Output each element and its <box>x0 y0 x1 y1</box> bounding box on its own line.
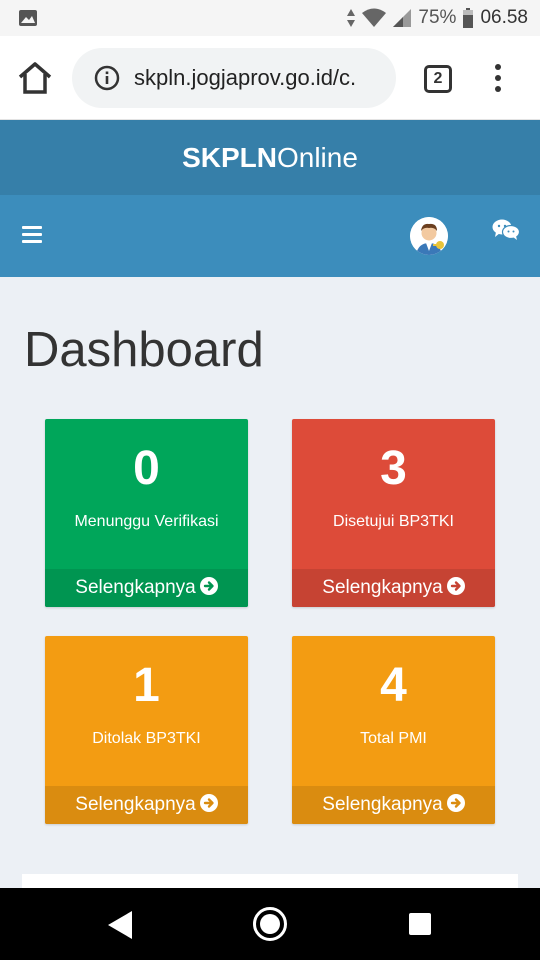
home-icon[interactable] <box>16 60 54 96</box>
stat-label: Disetujui BP3TKI <box>333 513 454 530</box>
info-icon[interactable] <box>94 65 120 91</box>
status-icons: 75% 06.58 <box>346 7 528 29</box>
stat-label: Ditolak BP3TKI <box>92 730 201 747</box>
status-bar: 75% 06.58 <box>0 0 540 36</box>
more-info-label: Selengkapnya <box>322 577 443 598</box>
arrow-circle-right-icon <box>199 794 218 812</box>
signal-icon <box>393 9 412 27</box>
clock: 06.58 <box>480 7 528 28</box>
chat-icon[interactable] <box>492 218 521 242</box>
more-info-label: Selengkapnya <box>322 794 443 815</box>
data-arrows-icon <box>347 9 356 27</box>
stat-box-waiting: 0 Menunggu Verifikasi Selengkapnya <box>45 419 248 607</box>
more-vert-icon[interactable] <box>488 64 508 96</box>
stat-box-rejected: 1 Ditolak BP3TKI Selengkapnya <box>45 636 248 824</box>
browser-toolbar: skpln.jogjaprov.go.id/c. 2 <box>0 36 540 120</box>
battery-icon <box>463 8 474 28</box>
more-info-label: Selengkapnya <box>75 794 196 815</box>
address-bar[interactable]: skpln.jogjaprov.go.id/c. <box>72 48 396 108</box>
more-info-link[interactable]: Selengkapnya <box>292 786 495 824</box>
more-info-link[interactable]: Selengkapnya <box>45 786 248 824</box>
tab-switcher-button[interactable]: 2 <box>424 65 452 93</box>
more-info-label: Selengkapnya <box>75 577 196 598</box>
stat-box-total: 4 Total PMI Selengkapnya <box>292 636 495 824</box>
battery-percent: 75% <box>418 7 457 28</box>
stat-value: 3 <box>380 442 407 495</box>
logo-bold: SKPLN <box>182 142 277 173</box>
more-info-link[interactable]: Selengkapnya <box>45 569 248 607</box>
system-navigation-bar <box>0 888 540 960</box>
arrow-circle-right-icon <box>446 577 465 595</box>
page-title: Dashboard <box>24 323 264 377</box>
url-text: skpln.jogjaprov.go.id/c. <box>134 65 357 90</box>
arrow-circle-right-icon <box>446 794 465 812</box>
stat-label: Total PMI <box>360 730 427 747</box>
back-icon[interactable] <box>106 910 134 945</box>
app-logo[interactable]: SKPLNOnline <box>0 120 540 195</box>
more-info-link[interactable]: Selengkapnya <box>292 569 495 607</box>
app-navbar <box>0 195 540 277</box>
arrow-circle-right-icon <box>199 577 218 595</box>
stat-label: Menunggu Verifikasi <box>74 513 219 530</box>
stat-value: 1 <box>133 659 160 712</box>
logo-light: Online <box>276 142 358 173</box>
home-circle-icon[interactable] <box>253 907 287 941</box>
recent-apps-icon[interactable] <box>409 913 431 935</box>
image-icon <box>18 9 38 27</box>
stat-box-approved: 3 Disetujui BP3TKI Selengkapnya <box>292 419 495 607</box>
hamburger-icon[interactable] <box>22 226 42 244</box>
user-avatar[interactable] <box>410 217 448 255</box>
stat-value: 4 <box>380 659 407 712</box>
wifi-icon <box>362 8 387 27</box>
stat-value: 0 <box>133 442 160 495</box>
